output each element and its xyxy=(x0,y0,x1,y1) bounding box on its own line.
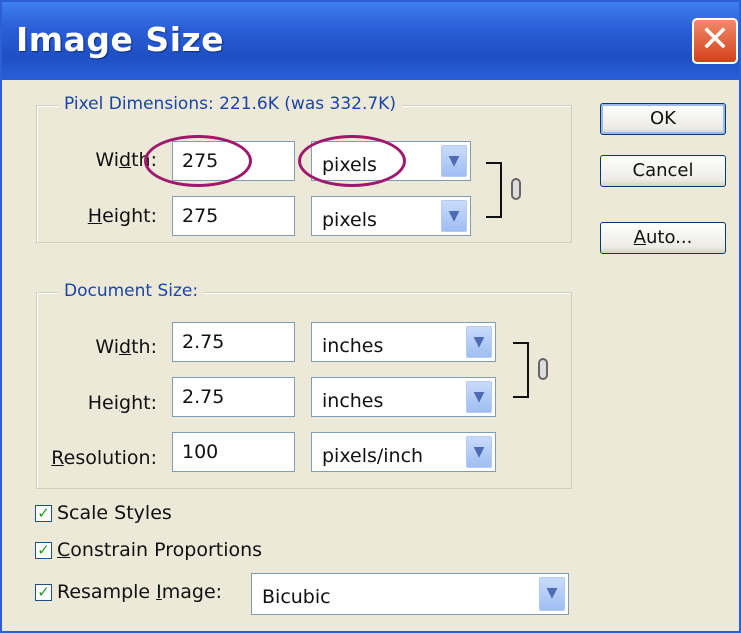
doc-height-unit-value: inches xyxy=(322,390,384,412)
chevron-down-icon[interactable]: ▼ xyxy=(539,577,565,611)
constrain-proportions-label[interactable]: Constrain Proportions xyxy=(57,539,262,561)
pixel-width-label: Width: xyxy=(95,149,157,171)
resolution-label: Resolution: xyxy=(51,447,157,469)
pixel-height-label: Height: xyxy=(87,205,157,227)
ok-button[interactable]: OK xyxy=(600,103,726,135)
doc-link-bracket xyxy=(513,342,529,398)
image-size-dialog: Image Size ✕ Pixel Dimensions: 221.6K (w… xyxy=(0,0,741,633)
auto-button[interactable]: Auto... xyxy=(600,222,726,254)
doc-width-input[interactable]: 2.75 xyxy=(172,322,295,362)
scale-styles-checkbox[interactable]: ✓ xyxy=(35,505,52,522)
width-highlight-oval xyxy=(144,135,252,187)
document-size-legend: Document Size: xyxy=(58,281,205,301)
resolution-unit-value: pixels/inch xyxy=(322,445,424,467)
resolution-unit-select[interactable]: pixels/inch ▼ xyxy=(311,432,496,472)
chain-link-icon xyxy=(538,358,548,380)
resample-image-label[interactable]: Resample Image: xyxy=(57,581,222,603)
doc-height-label: Height: xyxy=(87,392,157,414)
unit-highlight-oval xyxy=(298,135,406,187)
chevron-down-icon[interactable]: ▼ xyxy=(466,436,492,468)
dialog-title: Image Size xyxy=(16,20,225,59)
title-bar[interactable]: Image Size ✕ xyxy=(2,2,739,80)
resample-method-select[interactable]: Bicubic ▼ xyxy=(251,573,569,615)
pixel-link-bracket xyxy=(486,162,502,218)
pixel-dimensions-legend: Pixel Dimensions: 221.6K (was 332.7K) xyxy=(58,94,402,114)
doc-height-unit-select[interactable]: inches ▼ xyxy=(311,377,496,417)
chevron-down-icon[interactable]: ▼ xyxy=(441,145,467,177)
doc-width-label: Width: xyxy=(95,336,157,358)
resample-method-value: Bicubic xyxy=(262,586,331,608)
pixel-height-input[interactable]: 275 xyxy=(172,196,295,236)
doc-width-unit-select[interactable]: inches ▼ xyxy=(311,322,496,362)
chevron-down-icon[interactable]: ▼ xyxy=(466,326,492,358)
chevron-down-icon[interactable]: ▼ xyxy=(441,200,467,232)
resolution-input[interactable]: 100 xyxy=(172,432,295,472)
doc-width-unit-value: inches xyxy=(322,335,384,357)
doc-height-input[interactable]: 2.75 xyxy=(172,377,295,417)
scale-styles-label[interactable]: Scale Styles xyxy=(57,502,172,524)
chevron-down-icon[interactable]: ▼ xyxy=(466,381,492,413)
pixel-height-unit-select[interactable]: pixels ▼ xyxy=(311,196,471,236)
constrain-proportions-checkbox[interactable]: ✓ xyxy=(35,542,52,559)
resample-image-checkbox[interactable]: ✓ xyxy=(35,584,52,601)
chain-link-icon xyxy=(511,178,521,200)
close-icon[interactable]: ✕ xyxy=(692,18,738,64)
pixel-height-unit-value: pixels xyxy=(322,209,377,231)
cancel-button[interactable]: Cancel xyxy=(600,155,726,187)
